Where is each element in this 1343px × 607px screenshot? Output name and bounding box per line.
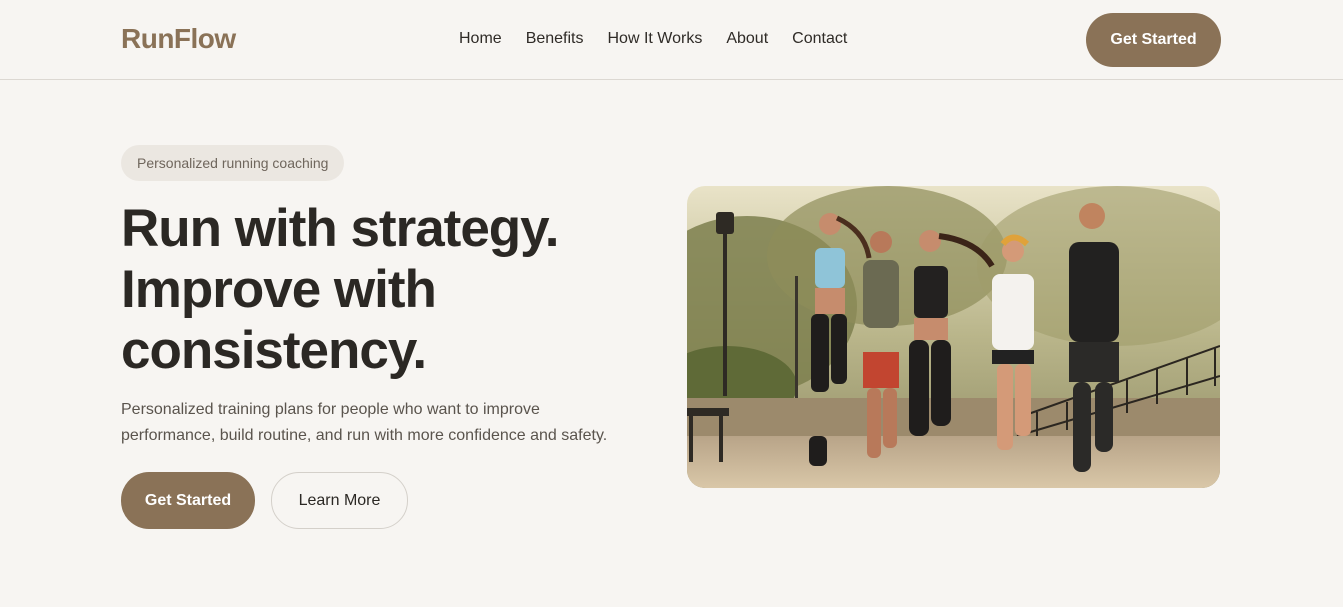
subtext-line: Personalized training plans for people w… [121, 401, 540, 418]
headline-line: consistency. [121, 321, 427, 380]
hero-runners-photo [687, 186, 1220, 488]
nav-link-benefits[interactable]: Benefits [526, 30, 584, 47]
subtext-line: performance, build routine, and run with… [121, 427, 608, 444]
nav-links: Home Benefits How It Works About Contact [459, 30, 847, 48]
top-navbar: RunFlow Home Benefits How It Works About… [0, 0, 1343, 80]
brand-logo[interactable]: RunFlow [121, 23, 236, 55]
runners-illustration [687, 186, 1220, 488]
hero-subtext: Personalized training plans for people w… [121, 397, 661, 449]
headline-line: Improve with [121, 260, 437, 319]
hero-learn-more-button[interactable]: Learn More [271, 472, 408, 529]
nav-get-started-button[interactable]: Get Started [1086, 13, 1221, 67]
nav-link-contact[interactable]: Contact [792, 30, 847, 47]
nav-link-home[interactable]: Home [459, 30, 502, 47]
hero-badge: Personalized running coaching [121, 145, 345, 181]
nav-link-about[interactable]: About [726, 30, 768, 47]
hero-get-started-button[interactable]: Get Started [121, 472, 255, 529]
headline-line: Run with strategy. [121, 199, 559, 258]
hero-headline: Run with strategy. Improve with consiste… [121, 198, 641, 381]
nav-link-how-it-works[interactable]: How It Works [608, 30, 703, 47]
